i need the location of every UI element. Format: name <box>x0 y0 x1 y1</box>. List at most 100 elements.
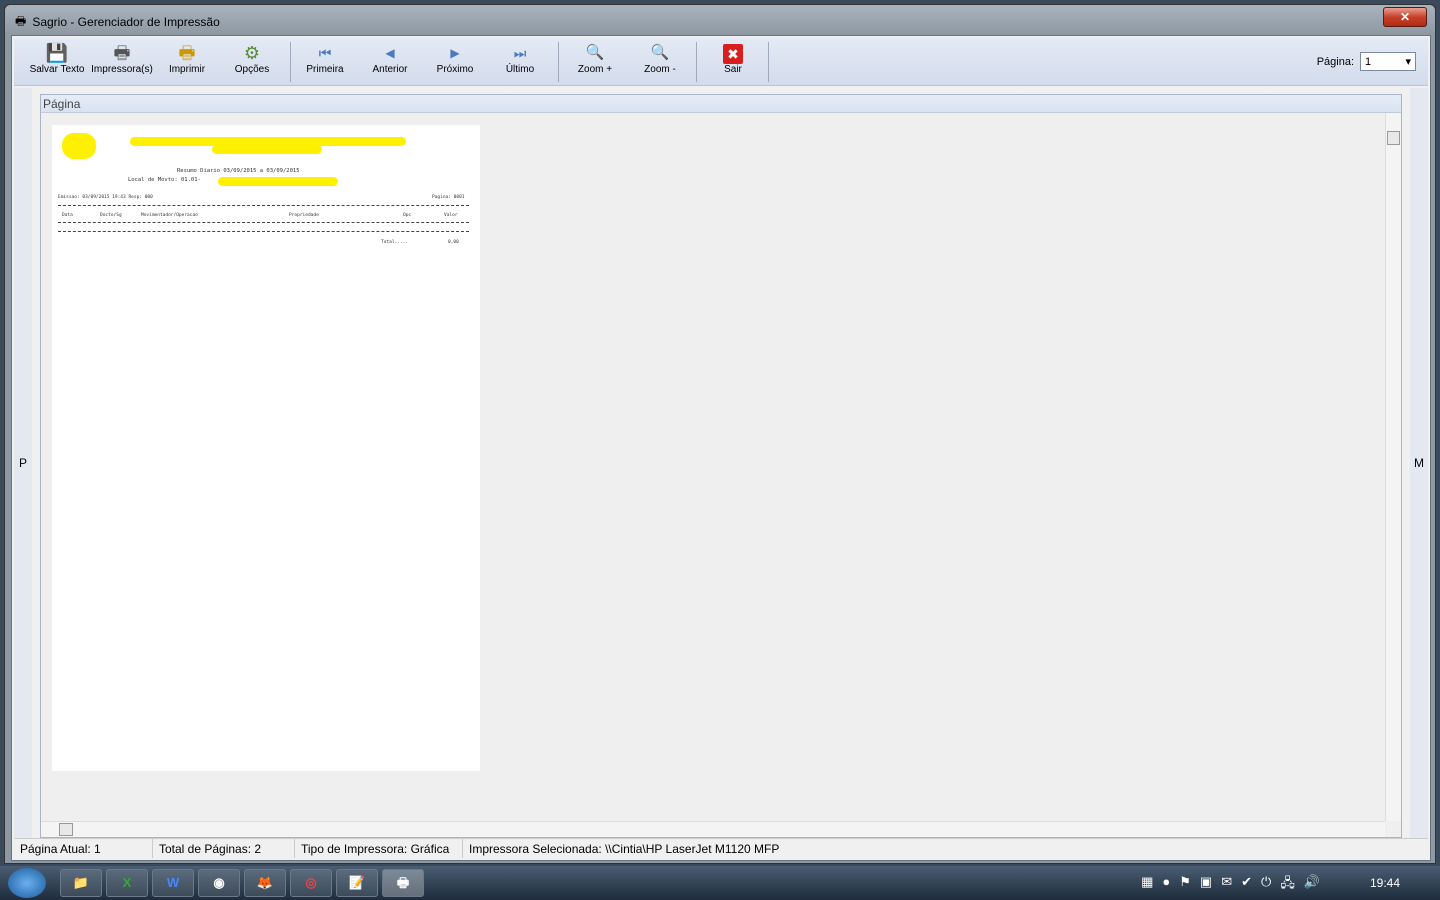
exit-button[interactable]: ✖ Sair <box>702 42 764 75</box>
label: Zoom + <box>577 64 613 75</box>
printer-icon: 🖶 <box>113 43 131 63</box>
print-button[interactable]: 🖶 Imprimir <box>156 42 218 75</box>
first-page-icon: ⏮ <box>318 45 332 61</box>
print-icon: 🖶 <box>178 43 196 63</box>
taskbar-notes[interactable]: 📝 <box>336 869 378 897</box>
report-subtitle: Resumo Diario 03/09/2015 a 03/09/2015 <box>177 168 300 174</box>
taskbar-word[interactable]: W <box>152 869 194 897</box>
report-local: Local de Movto: 01.01- <box>128 177 201 183</box>
power-icon[interactable]: ⏻ <box>1261 874 1271 896</box>
title-bar: 🖶 Sagrio - Gerenciador de Impressão <box>15 11 220 33</box>
last-page-icon: ⏭ <box>513 45 527 61</box>
taskbar-app[interactable]: ◉ <box>198 869 240 897</box>
horizontal-scrollbar[interactable] <box>41 821 1385 837</box>
previous-icon: ◀ <box>385 46 395 60</box>
divider <box>290 42 291 82</box>
label: Zoom - <box>644 64 676 75</box>
scroll-thumb[interactable] <box>1387 131 1400 145</box>
app-tray-icon[interactable]: ▦ <box>1141 874 1153 896</box>
app-window: 🖶 Sagrio - Gerenciador de Impressão ✕ 💾 Sa… <box>4 4 1436 864</box>
mail-icon[interactable]: ✉ <box>1221 874 1232 896</box>
floppy-icon: 💾 <box>45 43 69 63</box>
page-select[interactable]: 1 ▾ <box>1360 52 1416 71</box>
left-side-tab[interactable]: P <box>14 88 32 838</box>
redaction <box>212 145 322 154</box>
taskbar-excel[interactable]: X <box>106 869 148 897</box>
close-button[interactable]: ✕ <box>1383 7 1427 27</box>
teamviewer-icon[interactable]: ▣ <box>1200 874 1212 896</box>
previous-button[interactable]: ◀ Anterior <box>359 42 421 75</box>
report-page: Resumo Diario 03/09/2015 a 03/09/2015 Lo… <box>52 125 480 771</box>
start-button[interactable] <box>8 868 46 898</box>
taskbar-chrome[interactable]: ◎ <box>290 869 332 897</box>
column-header: Opc <box>403 213 412 218</box>
next-button[interactable]: ▶ Próximo <box>424 42 486 75</box>
redaction <box>62 133 96 159</box>
divider <box>558 42 559 82</box>
divider <box>58 205 469 206</box>
column-header: Valor <box>444 213 458 218</box>
chevron-down-icon: ▾ <box>1405 56 1411 68</box>
vertical-scrollbar[interactable] <box>1385 113 1401 821</box>
zoom-out-icon: 🔍 <box>650 44 670 61</box>
column-header: Propriedade <box>289 213 319 218</box>
taskbar-firefox[interactable]: 🦊 <box>244 869 286 897</box>
taskbar-sagrio[interactable]: 🖶 <box>382 869 424 897</box>
options-button[interactable]: ⚙ Opções <box>221 42 283 75</box>
volume-icon[interactable]: 🔊 <box>1304 874 1320 896</box>
label: Opções <box>234 64 270 75</box>
label: Anterior <box>372 64 408 75</box>
column-header: Data <box>62 213 73 218</box>
total-pages-status: Total de Páginas: 2 <box>153 839 295 858</box>
selected-printer-status: Impressora Selecionada: \\Cintia\HP Lase… <box>469 842 780 856</box>
label: Sair <box>724 64 742 75</box>
status-bar: Página Atual: 1 Total de Páginas: 2 Tipo… <box>14 838 1428 858</box>
total-label: Total..... <box>381 240 409 245</box>
printer-type-status: Tipo de Impressora: Gráfica <box>295 839 463 858</box>
divider <box>58 231 469 232</box>
clock: 19:44 <box>1369 876 1400 890</box>
divider <box>696 42 697 82</box>
label: Primeira <box>306 64 344 75</box>
divider <box>768 42 769 82</box>
report-emissao: Emissao: 03/09/2015 19:43 Resp: 000 <box>58 195 153 200</box>
column-header: Movimentador/Operacao <box>141 213 198 218</box>
exit-icon: ✖ <box>723 44 743 64</box>
first-page-button[interactable]: ⏮ Primeira <box>294 42 356 75</box>
taskbar: 📁 X W ◉ 🦊 ◎ 📝 🖶 ▦ ● ⚑ ▣ ✉ ✔ ⏻ 🖧 🔊 19:44 <box>0 866 1440 900</box>
label: Salvar Texto <box>29 64 85 75</box>
save-text-button[interactable]: 💾 Salvar Texto <box>26 42 88 75</box>
window-title: Sagrio - Gerenciador de Impressão <box>32 15 220 29</box>
check-icon[interactable]: ✔ <box>1241 874 1252 896</box>
report-page-number: Pagina: 0001 <box>432 195 465 200</box>
system-tray: ▦ ● ⚑ ▣ ✉ ✔ ⏻ 🖧 🔊 <box>1141 874 1320 896</box>
total-value: 0,00 <box>448 240 459 245</box>
zoom-out-button[interactable]: 🔍 Zoom - <box>629 42 691 75</box>
label: Próximo <box>436 64 474 75</box>
zoom-in-button[interactable]: 🔍 Zoom + <box>564 42 626 75</box>
zoom-in-icon: 🔍 <box>585 44 605 61</box>
page-panel: Página Resumo Diario 03/09/2015 a 03/09/… <box>40 94 1402 838</box>
printers-button[interactable]: 🖶 Impressora(s) <box>91 42 153 75</box>
scroll-thumb[interactable] <box>59 823 73 836</box>
next-icon: ▶ <box>450 46 460 60</box>
printer-options-icon: ⚙ <box>243 43 261 63</box>
toolbar: 💾 Salvar Texto 🖶 Impressora(s) 🖶 Imprimir ⚙… <box>14 38 1428 86</box>
label: Imprimir <box>168 64 206 75</box>
column-header: Docto/Sg <box>100 213 122 218</box>
page-value: 1 <box>1365 55 1372 68</box>
redaction <box>218 177 338 186</box>
last-page-button[interactable]: ⏭ Último <box>489 42 551 75</box>
flag-icon[interactable]: ⚑ <box>1179 874 1191 896</box>
panel-title: Página <box>41 95 1401 113</box>
current-page-status: Página Atual: 1 <box>14 839 153 858</box>
taskbar-explorer[interactable]: 📁 <box>60 869 102 897</box>
label: Impressora(s) <box>91 64 153 75</box>
divider <box>58 222 469 223</box>
page-label: Página: <box>1316 55 1354 68</box>
label: Último <box>505 64 535 75</box>
app-icon: 🖶 <box>15 13 27 28</box>
network-icon[interactable]: 🖧 <box>1280 874 1295 896</box>
right-side-tab[interactable]: M <box>1410 88 1428 838</box>
palette-icon[interactable]: ● <box>1162 874 1170 896</box>
